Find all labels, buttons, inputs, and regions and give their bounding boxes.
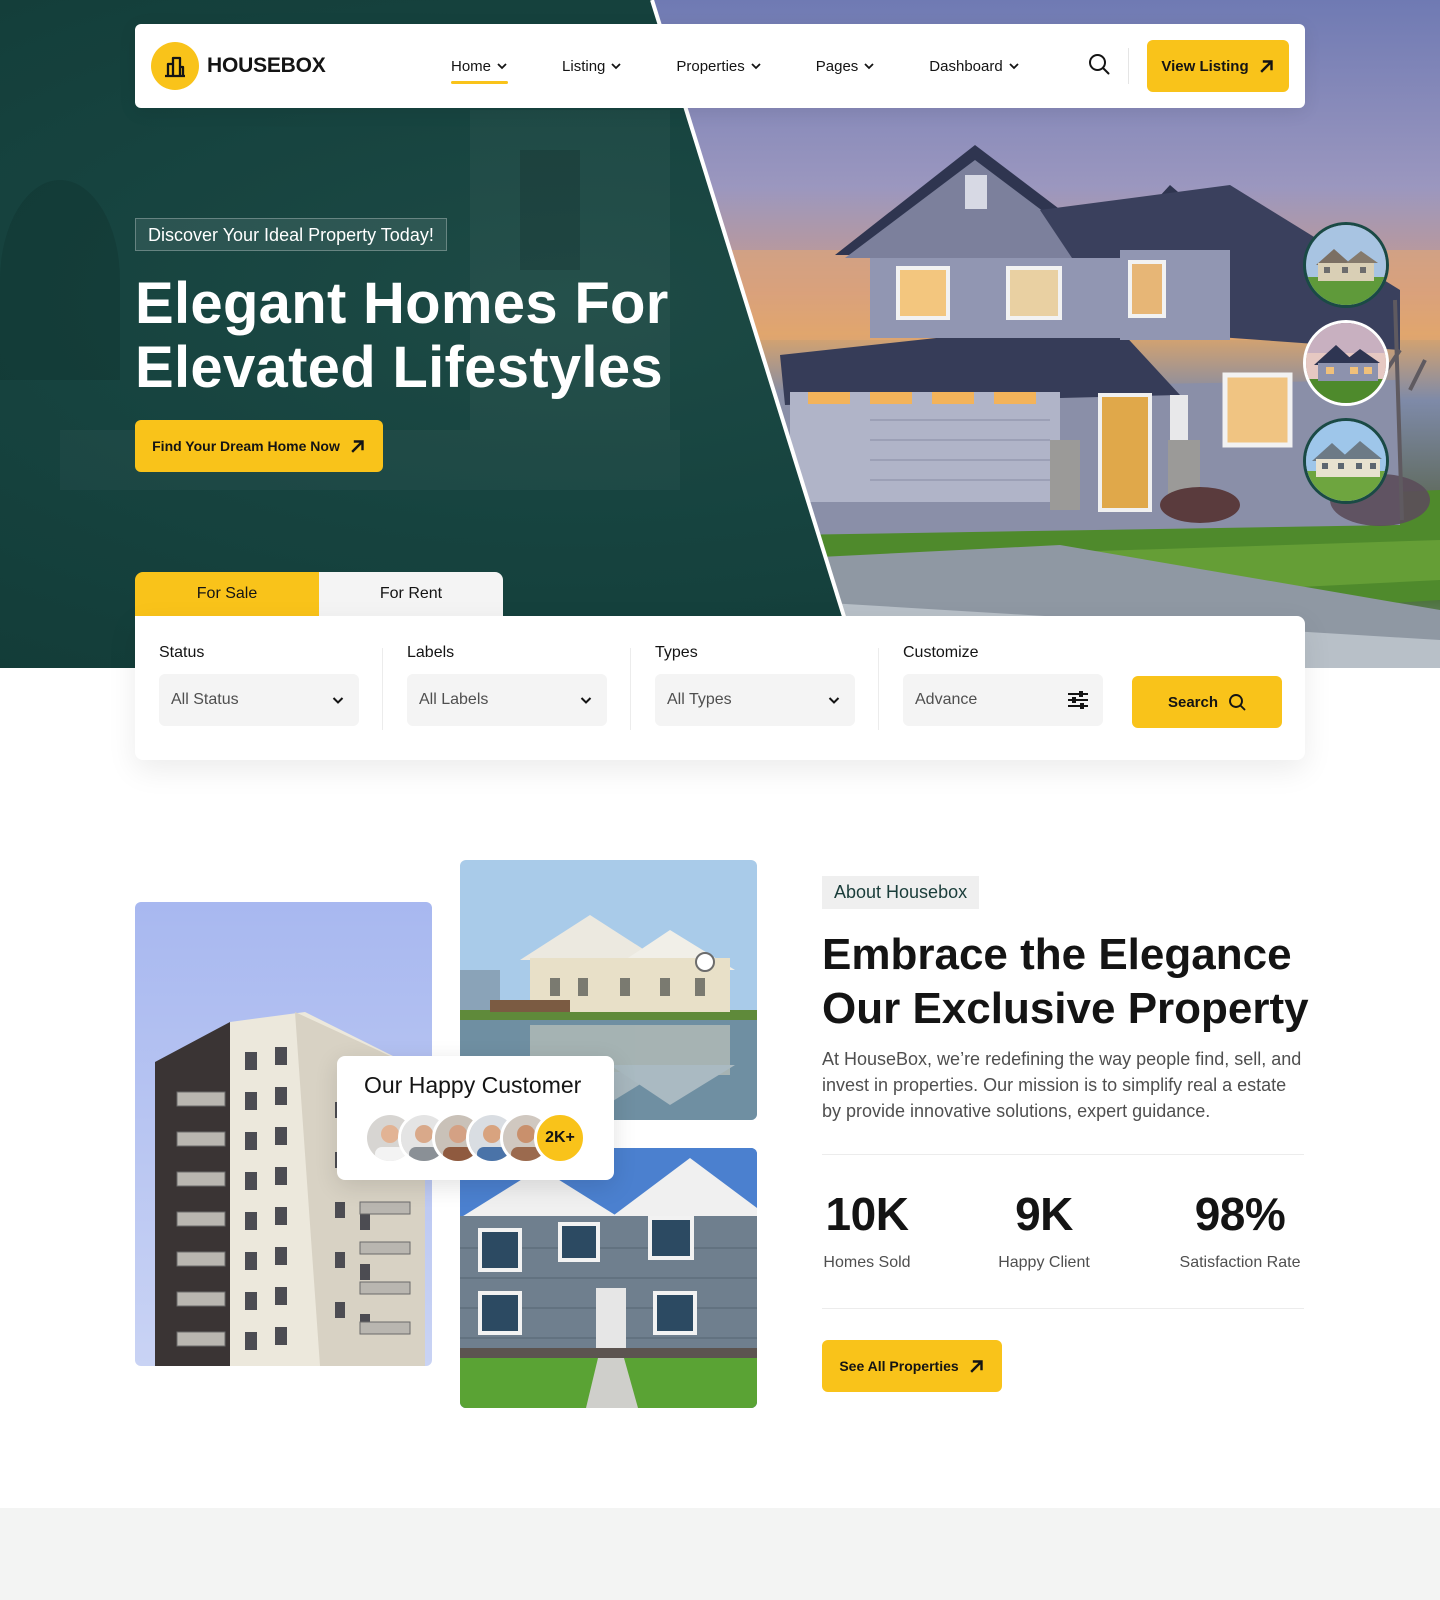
tab-for-sale[interactable]: For Sale [135,572,319,616]
chevron-down-icon [332,697,344,704]
logo-building-icon [151,42,199,90]
nav-item-label: Listing [562,57,606,75]
nav-item-pages[interactable]: Pages [816,58,876,75]
stat-homes-sold: 10K Homes Sold [822,1186,912,1272]
status-value: All Status [171,691,239,708]
stats-divider-bottom [822,1308,1304,1309]
chevron-down-icon [751,63,761,70]
nav-divider [1128,48,1129,84]
types-label: Types [655,644,698,661]
stat-label: Happy Client [998,1254,1090,1271]
nav-item-label: Properties [676,57,745,75]
see-all-properties-button[interactable]: See All Properties [822,1340,1002,1392]
search-icon [1229,694,1246,711]
nav-item-label: Dashboard [929,57,1003,75]
labels-field: Labels All Labels [407,644,607,726]
main-menu: Home Listing Properties Pages Dashboard [451,24,1074,108]
about-title-line-2: Our Exclusive Property [822,984,1309,1033]
advance-value: Advance [915,691,978,708]
stats-divider-top [822,1154,1304,1155]
stat-value: 9K [1015,1188,1073,1240]
customize-field: Customize Advance [903,644,1103,726]
logo[interactable]: HOUSEBOX [151,42,326,90]
stat-value: 10K [825,1188,909,1240]
chevron-down-icon [1009,63,1019,70]
nav-item-label: Home [451,57,492,75]
field-separator [630,648,631,730]
happy-customer-card: Our Happy Customer 2K+ [337,1056,614,1180]
stat-label: Satisfaction Rate [1179,1254,1301,1271]
status-label: Status [159,644,205,661]
nav-item-listing[interactable]: Listing [562,58,622,75]
about-tag: About Housebox [822,876,980,909]
arrow-up-right-icon [1259,60,1273,73]
status-select[interactable]: All Status [159,674,359,726]
house-thumbnail-2[interactable] [1303,320,1389,406]
types-select[interactable]: All Types [655,674,855,726]
search-button[interactable]: Search [1132,676,1282,728]
customize-label: Customize [903,644,979,661]
labels-select[interactable]: All Labels [407,674,607,726]
types-value: All Types [667,691,732,708]
hero-tagline: Discover Your Ideal Property Today! [135,218,447,251]
nav-item-home[interactable]: Home [451,57,509,84]
stat-value: 98% [1194,1188,1286,1240]
nav-item-label: Pages [815,57,859,75]
find-dream-home-label: Find Your Dream Home Now [152,438,340,454]
chevron-down-icon [828,697,840,704]
house-thumbnail-3[interactable] [1303,418,1389,504]
see-all-properties-label: See All Properties [839,1358,959,1374]
chevron-down-icon [497,63,507,70]
view-listing-label: View Listing [1161,57,1249,75]
tab-for-rent[interactable]: For Rent [319,572,503,616]
view-listing-button[interactable]: View Listing [1147,40,1289,92]
stat-label: Homes Sold [823,1254,911,1271]
labels-value: All Labels [419,691,489,708]
property-search-panel: Status All Status Labels All Labels Type… [135,616,1305,760]
status-field: Status All Status [159,644,359,726]
next-section-background [0,1508,1440,1600]
find-dream-home-button[interactable]: Find Your Dream Home Now [135,420,383,472]
chevron-down-icon [580,697,592,704]
about-title-line-1: Embrace the Elegance [822,930,1292,979]
advance-filter-button[interactable]: Advance [903,674,1103,726]
nav-item-properties[interactable]: Properties [676,58,761,75]
arrow-up-right-icon [969,1360,983,1373]
customer-count-badge: 2K+ [534,1112,586,1164]
hero-title-line-2: Elevated Lifestyles [135,335,663,400]
field-separator [878,648,879,730]
search-button-label: Search [1167,693,1219,711]
listing-type-tabs: For Sale For Rent [135,572,503,616]
nav-item-dashboard[interactable]: Dashboard [929,58,1019,75]
about-title: Embrace the Elegance Our Exclusive Prope… [822,928,1322,1036]
house-thumbnail-1[interactable] [1303,222,1389,308]
sliders-icon [1068,691,1088,709]
arrow-up-right-icon [351,440,364,453]
chevron-down-icon [611,63,622,70]
top-navbar: HOUSEBOX Home Listing Properties Pages D… [135,24,1305,108]
stat-satisfaction-rate: 98% Satisfaction Rate [1176,1186,1304,1272]
about-description: At HouseBox, we’re redefining the way pe… [822,1049,1302,1121]
search-icon[interactable] [1087,52,1113,78]
labels-label: Labels [407,644,455,661]
types-field: Types All Types [655,644,855,726]
chevron-down-icon [864,63,874,70]
happy-customer-title: Our Happy Customer [364,1072,582,1098]
suburban-house-photo [460,1148,757,1408]
field-separator [382,648,383,730]
logo-text: HOUSEBOX [207,54,326,77]
customer-avatars: 2K+ [364,1112,586,1164]
hero-title-line-1: Elegant Homes For [135,271,669,336]
hero-title: Elegant Homes For Elevated Lifestyles [135,272,695,400]
stat-happy-client: 9K Happy Client [994,1186,1094,1272]
